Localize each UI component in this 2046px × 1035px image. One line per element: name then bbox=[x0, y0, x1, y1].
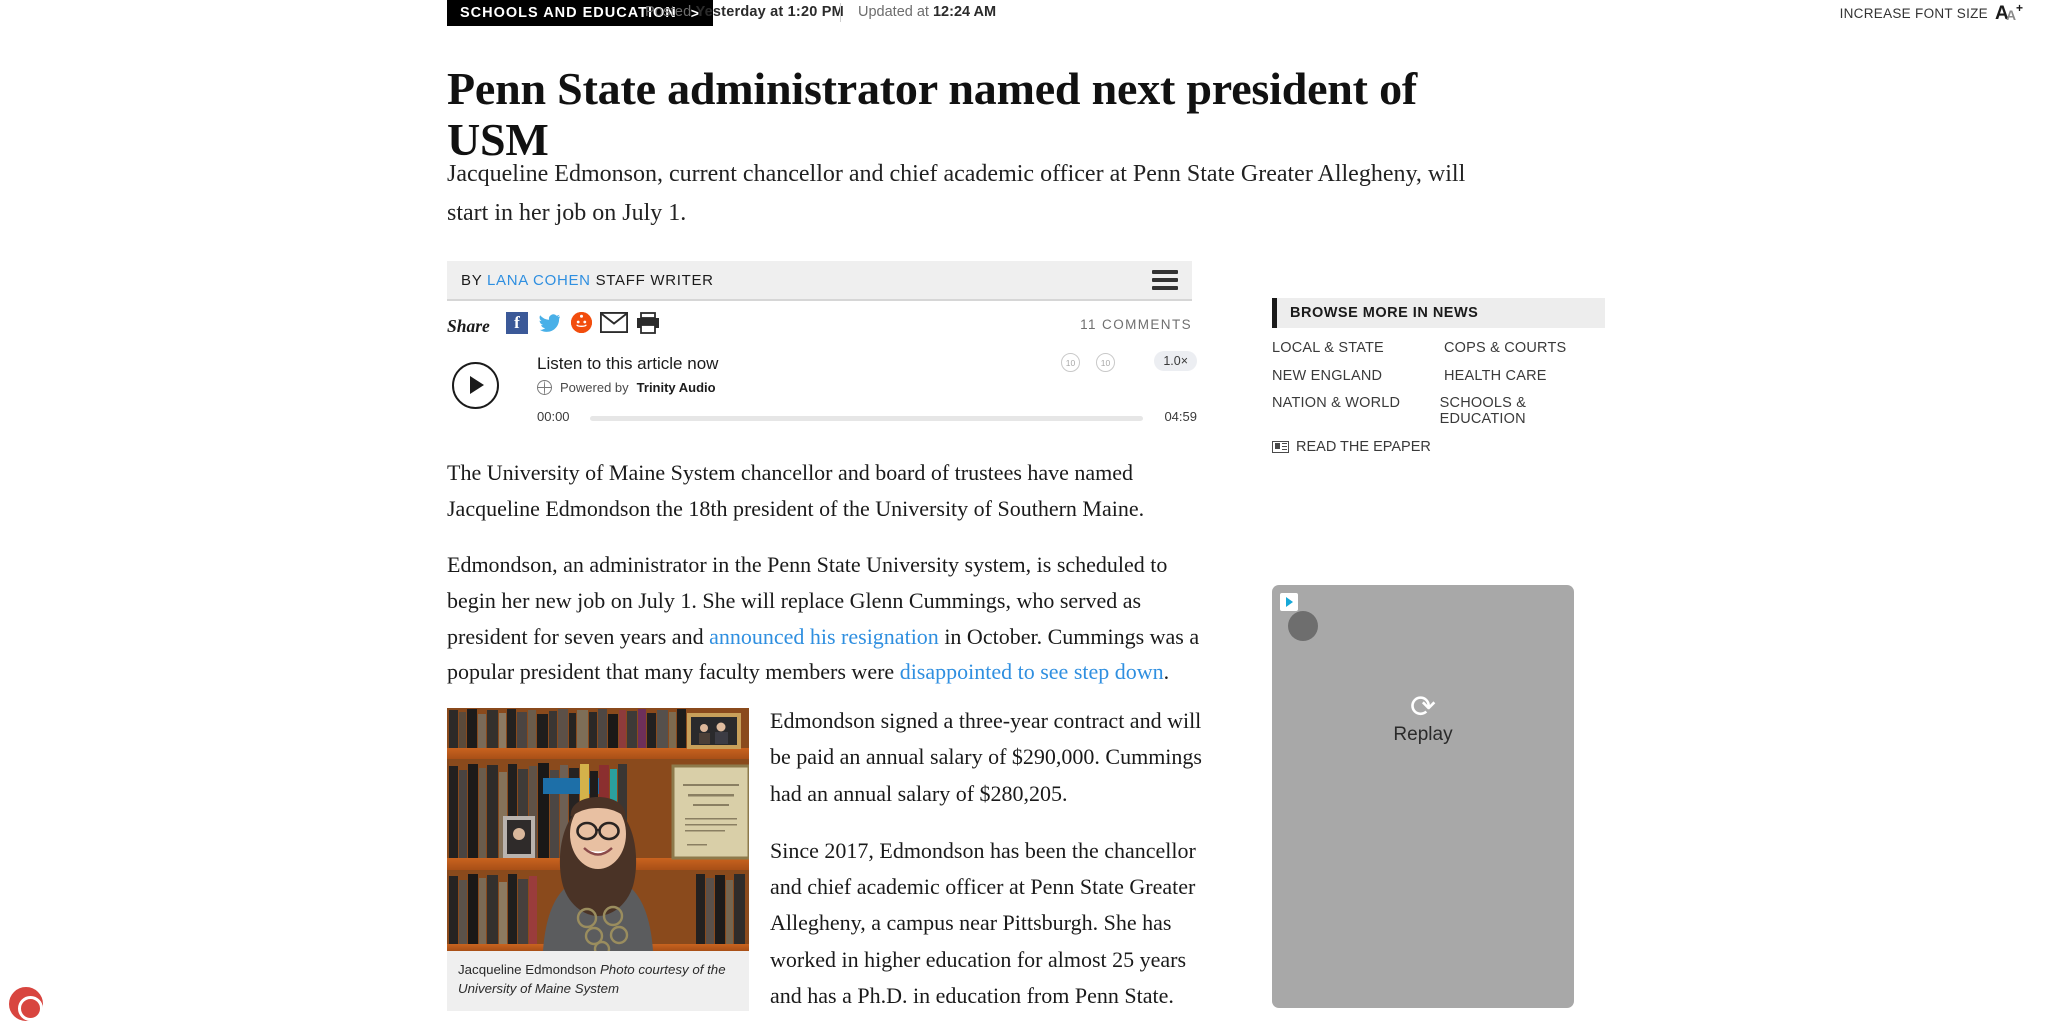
accessibility-widget-icon[interactable] bbox=[6, 984, 46, 1024]
article-figure: Jacqueline Edmondson Photo courtesy of t… bbox=[447, 708, 749, 1011]
play-button[interactable] bbox=[452, 362, 499, 409]
twitter-share-icon[interactable] bbox=[539, 312, 561, 334]
browse-more-links: LOCAL & STATE COPS & COURTS NEW ENGLAND … bbox=[1272, 340, 1612, 455]
replay-icon: ⟳ bbox=[1410, 689, 1436, 724]
player-powered-by: Powered by Trinity Audio bbox=[537, 380, 716, 395]
updated-value: 12:24 AM bbox=[932, 4, 997, 20]
play-icon bbox=[470, 376, 484, 394]
increase-font-size-label: INCREASE FONT SIZE bbox=[1839, 5, 1988, 21]
player-title: Listen to this article now bbox=[537, 354, 719, 373]
caption-subject: Jacqueline Edmondson bbox=[458, 962, 600, 977]
powered-by-brand: Trinity Audio bbox=[636, 380, 716, 395]
byline: BY LANA COHEN STAFF WRITER bbox=[447, 272, 714, 289]
sidebar-link-local-state[interactable]: LOCAL & STATE bbox=[1272, 340, 1444, 356]
ad-replay-button[interactable]: ⟳ Replay bbox=[1272, 691, 1574, 746]
list-item: LOCAL & STATE COPS & COURTS bbox=[1272, 340, 1612, 356]
share-label: Share bbox=[447, 316, 490, 336]
updated-timestamp: Updated at 12:24 AM bbox=[858, 4, 996, 20]
playback-rate-button[interactable]: 1.0× bbox=[1154, 351, 1197, 371]
browse-more-title: BROWSE MORE IN NEWS bbox=[1290, 305, 1479, 321]
share-row: Share f 11 COMMENTS bbox=[447, 311, 1192, 342]
posted-value: Yesterday at 1:20 PM bbox=[695, 4, 844, 20]
inline-link-stepdown[interactable]: disappointed to see step down bbox=[900, 659, 1164, 684]
forward-10-icon[interactable]: 10 bbox=[1096, 353, 1115, 372]
advertisement[interactable]: ⟳ Replay bbox=[1272, 585, 1574, 1008]
article-body-continued: Edmondson signed a three-year contract a… bbox=[770, 703, 1210, 1035]
player-progress-bar[interactable] bbox=[590, 416, 1143, 421]
byline-bar: BY LANA COHEN STAFF WRITER bbox=[447, 261, 1192, 301]
font-size-icon: A A + bbox=[1995, 1, 2024, 24]
increase-font-size-button[interactable]: INCREASE FONT SIZE A A + bbox=[1839, 1, 2024, 24]
byline-author-link[interactable]: LANA COHEN bbox=[487, 272, 591, 289]
ad-choices-icon[interactable] bbox=[1280, 593, 1298, 611]
page-title: Penn State administrator named next pres… bbox=[447, 62, 1418, 165]
player-total-time: 04:59 bbox=[1164, 409, 1197, 424]
browse-more-header: BROWSE MORE IN NEWS bbox=[1272, 298, 1605, 328]
print-icon[interactable] bbox=[636, 312, 660, 334]
sidebar-link-new-england[interactable]: NEW ENGLAND bbox=[1272, 368, 1444, 384]
list-item: NATION & WORLD SCHOOLS & EDUCATION bbox=[1272, 395, 1612, 427]
photo-caption: Jacqueline Edmondson Photo courtesy of t… bbox=[447, 951, 749, 1011]
facebook-share-icon[interactable]: f bbox=[506, 312, 528, 334]
epaper-label: READ THE EPAPER bbox=[1296, 438, 1431, 455]
sidebar-link-cops-courts[interactable]: COPS & COURTS bbox=[1444, 340, 1566, 356]
article-meta-bar: SCHOOLS AND EDUCATION > Posted Yesterday… bbox=[0, 0, 2046, 34]
email-share-icon[interactable] bbox=[599, 311, 629, 334]
sidebar-link-epaper[interactable]: READ THE EPAPER bbox=[1272, 439, 1612, 455]
reddit-share-icon[interactable] bbox=[571, 312, 592, 333]
rewind-10-icon[interactable]: 10 bbox=[1061, 353, 1080, 372]
replay-label: Replay bbox=[1393, 724, 1453, 745]
ad-decoration bbox=[1288, 611, 1318, 641]
byline-role: STAFF WRITER bbox=[590, 271, 714, 289]
list-item: NEW ENGLAND HEALTH CARE bbox=[1272, 368, 1612, 384]
inline-link-resignation[interactable]: announced his resignation bbox=[709, 624, 939, 649]
audio-player: Listen to this article now Powered by Tr… bbox=[452, 351, 1197, 437]
byline-prefix: BY bbox=[461, 271, 488, 289]
newspaper-icon bbox=[1272, 440, 1289, 453]
article-photo bbox=[447, 708, 749, 951]
meta-divider bbox=[840, 3, 841, 22]
paragraph: The University of Maine System chancello… bbox=[447, 460, 1145, 521]
article-deck: Jacqueline Edmonson, current chancellor … bbox=[447, 161, 1466, 226]
paragraph: Since 2017, Edmondson has been the chanc… bbox=[770, 837, 1196, 1009]
sidebar-link-schools-education[interactable]: SCHOOLS & EDUCATION bbox=[1440, 395, 1612, 427]
player-skip-controls: 10 10 bbox=[1061, 353, 1115, 372]
posted-label: Posted bbox=[645, 4, 696, 20]
paragraph: Edmondson, an administrator in the Penn … bbox=[447, 552, 1200, 685]
comments-count[interactable]: 11 COMMENTS bbox=[1080, 317, 1192, 332]
updated-label: Updated at bbox=[858, 4, 933, 20]
sidebar-link-health-care[interactable]: HEALTH CARE bbox=[1444, 368, 1547, 384]
posted-timestamp: Posted Yesterday at 1:20 PM bbox=[645, 4, 844, 20]
sidebar-link-nation-world[interactable]: NATION & WORLD bbox=[1272, 395, 1440, 427]
player-current-time: 00:00 bbox=[537, 409, 570, 424]
powered-by-label: Powered by bbox=[560, 380, 629, 395]
article-body: The University of Maine System chancello… bbox=[447, 455, 1207, 711]
paragraph: Edmondson signed a three-year contract a… bbox=[770, 708, 1202, 806]
menu-icon[interactable] bbox=[1152, 270, 1178, 290]
globe-icon bbox=[537, 380, 552, 395]
